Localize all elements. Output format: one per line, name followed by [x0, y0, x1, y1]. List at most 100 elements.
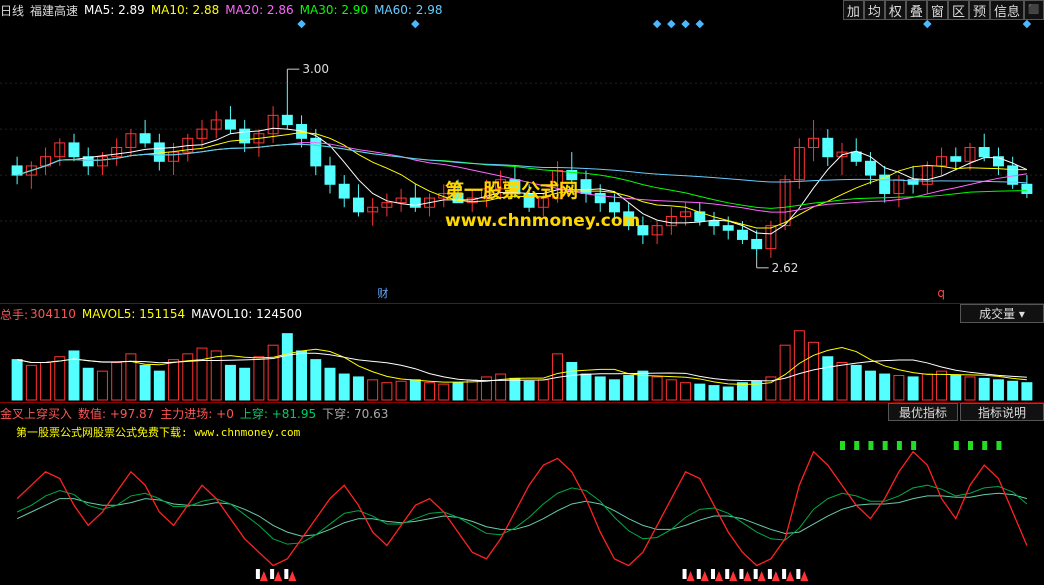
volume-bar [992, 379, 1004, 401]
volume-bar [665, 379, 677, 401]
square-icon[interactable]: ⬛ [1024, 0, 1044, 20]
volume-bar [850, 364, 862, 401]
mavol5-label: MAVOL5: 151154 [81, 307, 186, 321]
volume-bar [779, 344, 791, 401]
volume-bar [68, 350, 80, 401]
candle-body [324, 165, 336, 185]
buy-arrow [757, 571, 766, 581]
volume-bar [210, 350, 222, 401]
indicator-help-button[interactable]: 指标说明 [960, 403, 1044, 421]
event-marker [297, 20, 306, 29]
volume-bar [409, 379, 421, 401]
volume-bar [793, 330, 805, 401]
green-signal-bar [953, 441, 959, 450]
volume-bar [82, 367, 94, 401]
volume-bar [594, 376, 606, 401]
buy-arrow [771, 571, 780, 581]
volume-bar [310, 359, 322, 401]
window-button[interactable]: 窗 [926, 0, 948, 20]
high-label: 3.00 [302, 62, 329, 76]
range-button[interactable]: 区 [947, 0, 969, 20]
volume-bar [466, 379, 478, 401]
total-label: 总手: [0, 307, 29, 322]
indicator-chart[interactable] [0, 441, 1044, 585]
volume-bar [395, 380, 407, 401]
buy-arrow [800, 571, 809, 581]
mavol10-label: MAVOL10: 124500 [191, 307, 302, 321]
buy-signal-bar [796, 569, 801, 579]
watermark-cn: 第一股票公式网 [445, 180, 579, 202]
volume-bar [623, 374, 635, 401]
average-button[interactable]: 均 [863, 0, 885, 20]
buy-arrow [686, 571, 695, 581]
indicator-header: 金叉上穿买入 数值: +97.87 主力进场: +0 上穿: +81.95 下穿… [0, 403, 394, 423]
volume-bar [680, 382, 692, 401]
volume-bar [111, 362, 123, 401]
volume-bar [25, 364, 37, 401]
add-button[interactable]: 加 [842, 0, 864, 20]
volume-bar [509, 377, 521, 401]
buy-signal-bar [753, 569, 758, 579]
volume-chart[interactable] [0, 323, 1044, 402]
promo-text: 第一股票公式网股票公式免费下载: www.chnmoney.com [16, 426, 301, 439]
green-signal-bar [911, 441, 917, 450]
candle-body [338, 183, 350, 199]
buy-signal-bar [782, 569, 787, 579]
chevron-down-icon: ▾ [1018, 306, 1025, 321]
event-marker [681, 20, 690, 29]
indicator-title: 金叉上穿买入 [0, 406, 73, 421]
volume-bar [40, 362, 52, 401]
total-value: 304110 [30, 307, 76, 321]
candle-body [352, 197, 364, 213]
chart-header: 日线 福建高速 MA5: 2.89 MA10: 2.88 MA20: 2.86 … [0, 0, 850, 20]
candle-body [1021, 183, 1033, 194]
best-indicator-button[interactable]: 最优指标 [888, 403, 958, 421]
ma10-label: MA10: 2.88 [150, 3, 220, 17]
volume-bar [381, 382, 393, 401]
volume-bar [1021, 382, 1033, 401]
volume-bar [893, 374, 905, 401]
event-marker [923, 20, 932, 29]
green-signal-bar [882, 441, 888, 450]
volume-bar [978, 377, 990, 401]
up-cross: 上穿: +81.95 [239, 406, 317, 421]
green-signal-bar [968, 441, 973, 450]
buy-signal-bar [255, 569, 260, 579]
volume-bar [523, 380, 535, 401]
volume-bar [352, 376, 364, 401]
rights-button[interactable]: 权 [884, 0, 906, 20]
candle-body [722, 225, 734, 231]
volume-selector[interactable]: 成交量 ▾ [960, 304, 1044, 323]
candle-body [68, 142, 80, 158]
green-signal-bar [840, 441, 845, 450]
overlay-button[interactable]: 叠 [905, 0, 927, 20]
period-label[interactable]: 日线 [0, 2, 24, 19]
price-chart[interactable]: 3.00 2.62 财 q [0, 20, 1044, 303]
candle-body [864, 160, 876, 176]
candle-body [751, 238, 763, 250]
event-marker [695, 20, 705, 29]
info-button[interactable]: 信息 [989, 0, 1024, 20]
candle-body [978, 147, 990, 158]
ma5-label: MA5: 2.89 [84, 3, 145, 17]
volume-selector-label: 成交量 [979, 307, 1016, 321]
buy-signal-bar [270, 569, 275, 579]
buy-arrow [786, 571, 795, 581]
ma30-label: MA30: 2.90 [299, 3, 369, 17]
volume-bar [836, 362, 848, 401]
volume-bar [879, 373, 891, 401]
forecast-button[interactable]: 预 [968, 0, 990, 20]
volume-bar [424, 382, 436, 401]
indicator-green-line [16, 484, 1028, 545]
volume-bar [736, 382, 748, 401]
event-marker [1022, 20, 1032, 29]
watermark-url: www.chnmoney.com [445, 211, 641, 231]
volume-bar [651, 376, 663, 401]
candle-body [950, 156, 962, 162]
ma20-label: MA20: 2.86 [225, 3, 294, 17]
main-flow: 主力进场: +0 [160, 406, 234, 421]
candle-body [850, 151, 862, 162]
volume-bar [566, 362, 578, 401]
buy-signal-bar [284, 569, 289, 579]
volume-bar [608, 379, 620, 401]
